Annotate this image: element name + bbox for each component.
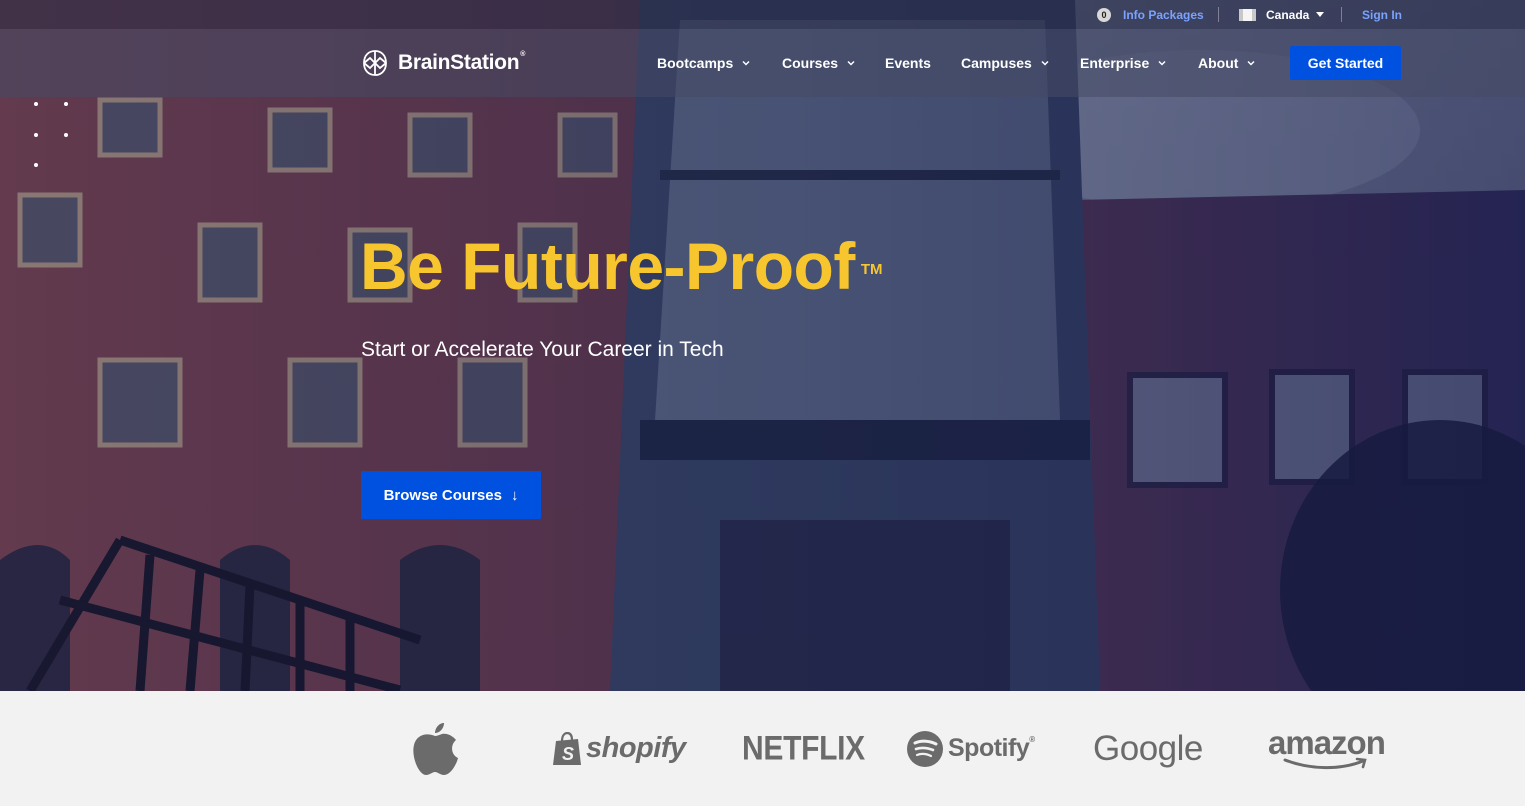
get-started-button[interactable]: Get Started [1290,46,1401,80]
shopify-logo: S shopify [552,691,686,806]
amazon-logo: amazon [1268,691,1386,806]
hero-section [0,0,1525,691]
info-packages-label: Info Packages [1123,7,1204,22]
spotify-registered-mark: ® [1029,735,1035,744]
decorative-dot [34,133,38,137]
canada-flag-icon [1239,8,1256,21]
hero-headline: Be Future-Proof TM [360,229,883,303]
utility-divider [1218,7,1219,22]
utility-bar: 0 Info Packages Canada Sign In [0,0,1525,29]
shopify-bag-icon: S [553,731,581,765]
spotify-icon [907,730,943,767]
partner-logo-strip: S shopify NETFLIX Spotify ® Google amazon [0,691,1525,806]
svg-text:S: S [562,744,574,764]
spotify-wordmark: Spotify [948,734,1030,762]
country-label: Canada [1266,7,1310,22]
brand-name: BrainStation® [398,51,526,74]
hero-overlay [0,0,1525,691]
chevron-down-icon [847,60,855,66]
nav-label: Campuses [961,55,1032,71]
nav-campuses[interactable]: Campuses [961,29,1049,97]
google-wordmark: Google [1093,728,1203,768]
brainstation-logo[interactable]: BrainStation® [361,48,525,78]
chevron-down-icon [1158,60,1166,66]
nav-label: Bootcamps [657,55,734,71]
decorative-dot [64,133,68,137]
utility-divider [1341,7,1342,22]
browse-courses-button[interactable]: Browse Courses ↓ [361,471,541,519]
shopify-wordmark: shopify [586,732,686,764]
brain-logo-icon [363,50,387,76]
amazon-smile-icon [1283,757,1368,769]
nav-label: Enterprise [1080,55,1150,71]
nav-label: Events [885,55,931,71]
chevron-down-icon [742,60,750,66]
amazon-wordmark: amazon [1268,723,1386,761]
decorative-dot [34,163,38,167]
trademark-mark: TM [860,261,883,278]
chevron-down-icon [1041,60,1049,66]
info-packages-count-badge: 0 [1097,7,1111,22]
hero-subheadline: Start or Accelerate Your Career in Tech [361,338,724,361]
caret-down-icon [1316,12,1325,17]
nav-courses[interactable]: Courses [782,29,855,97]
info-packages-link[interactable]: 0 Info Packages [1097,0,1204,29]
google-logo: Google [1093,691,1203,806]
apple-logo-icon [413,722,458,775]
chevron-down-icon [1247,60,1255,66]
nav-events[interactable]: Events [885,29,931,97]
nav-label: About [1198,55,1239,71]
decorative-dot [34,102,38,106]
main-navigation: BrainStation® Bootcamps Courses Events C… [0,29,1525,97]
country-selector[interactable]: Canada [1239,0,1325,29]
nav-label: Courses [782,55,839,71]
spotify-logo: Spotify ® [906,691,1035,806]
nav-bootcamps[interactable]: Bootcamps [657,29,750,97]
netflix-logo: NETFLIX [742,682,865,806]
nav-enterprise[interactable]: Enterprise [1080,29,1166,97]
sign-in-link[interactable]: Sign In [1362,0,1402,29]
arrow-down-icon: ↓ [510,486,519,504]
browse-courses-label: Browse Courses [383,486,502,504]
netflix-wordmark: NETFLIX [742,728,865,767]
decorative-dot [64,102,68,106]
apple-logo [411,691,459,806]
nav-about[interactable]: About [1198,29,1255,97]
